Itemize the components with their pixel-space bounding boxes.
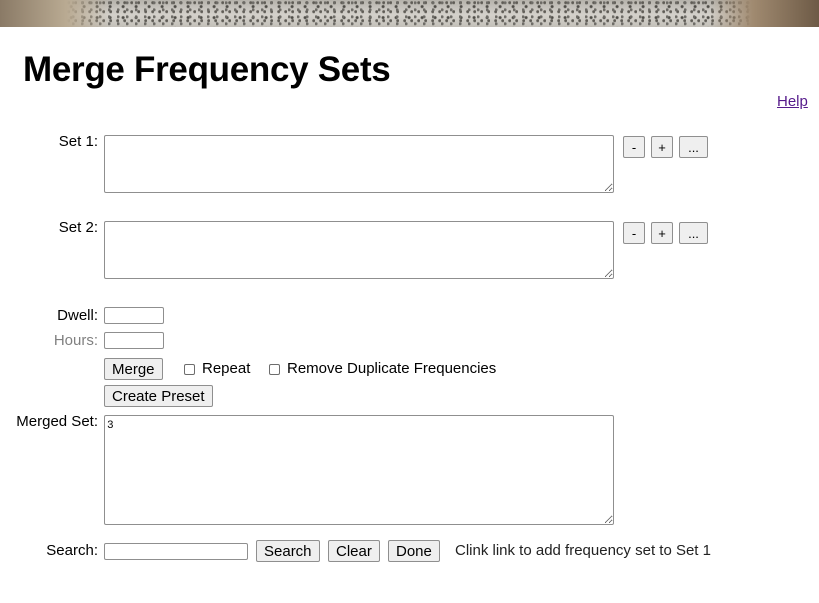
merged-set-textarea[interactable]: 3	[104, 415, 614, 525]
set1-minus-button[interactable]: -	[623, 136, 645, 158]
set2-minus-button[interactable]: -	[623, 222, 645, 244]
clear-button[interactable]: Clear	[328, 540, 380, 562]
create-preset-button[interactable]: Create Preset	[104, 385, 213, 407]
set1-plus-button[interactable]: +	[651, 136, 673, 158]
dwell-input[interactable]	[104, 307, 164, 324]
set2-more-button[interactable]: ...	[679, 222, 708, 244]
repeat-checkbox[interactable]	[184, 364, 195, 375]
remove-duplicates-label: Remove Duplicate Frequencies	[287, 360, 497, 377]
dwell-label: Dwell:	[57, 307, 98, 324]
help-link[interactable]: Help	[777, 93, 808, 110]
repeat-label: Repeat	[202, 360, 251, 377]
remove-duplicates-checkbox[interactable]	[269, 364, 280, 375]
header-banner-image	[0, 0, 819, 27]
merge-button[interactable]: Merge	[104, 358, 163, 380]
done-button[interactable]: Done	[388, 540, 440, 562]
search-hint-text: Clink link to add frequency set to Set 1	[455, 542, 711, 559]
page-title: Merge Frequency Sets	[23, 50, 391, 89]
set2-label: Set 2:	[58, 219, 98, 236]
hours-input[interactable]	[104, 332, 164, 349]
banner-shadow-right	[709, 0, 819, 27]
search-button[interactable]: Search	[256, 540, 320, 562]
hours-label: Hours:	[53, 332, 98, 349]
set1-label: Set 1:	[58, 133, 98, 150]
search-label: Search:	[46, 542, 98, 559]
merged-set-label: Merged Set:	[16, 413, 98, 430]
set1-textarea[interactable]	[104, 135, 614, 193]
set1-more-button[interactable]: ...	[679, 136, 708, 158]
set2-textarea[interactable]	[104, 221, 614, 279]
search-input[interactable]	[104, 543, 248, 560]
set2-plus-button[interactable]: +	[651, 222, 673, 244]
banner-shadow-left	[0, 0, 110, 27]
